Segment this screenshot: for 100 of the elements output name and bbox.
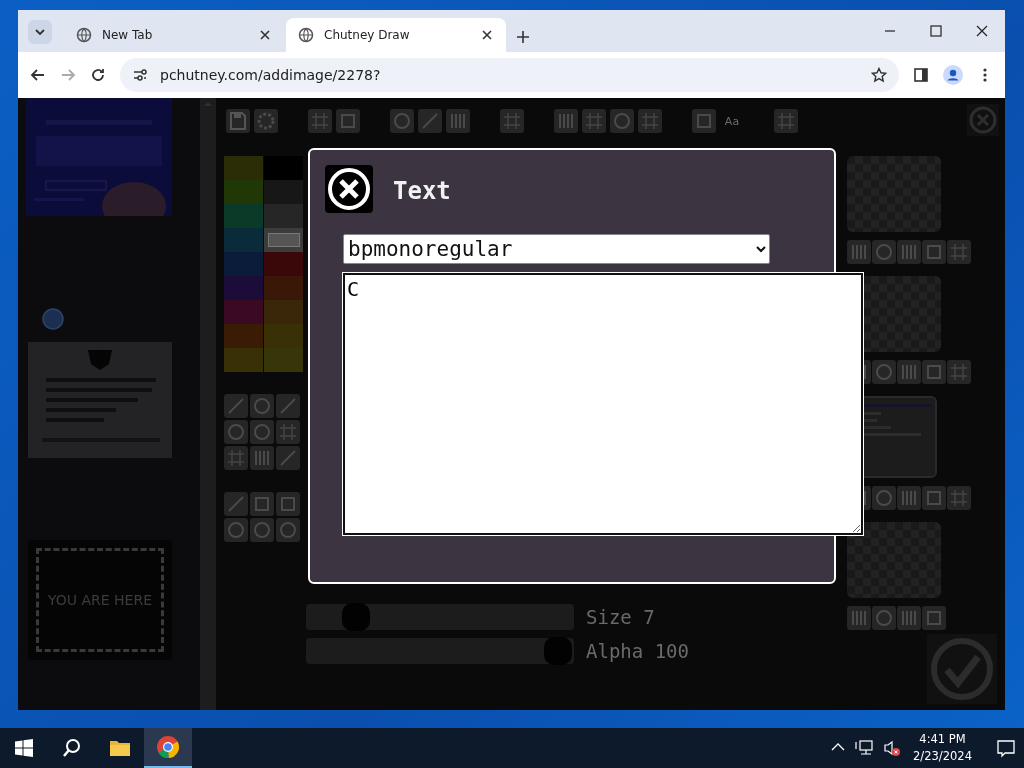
notifications-button[interactable]	[996, 738, 1016, 758]
tool-button[interactable]	[774, 109, 798, 133]
text-input[interactable]: C	[343, 273, 863, 535]
tool-button[interactable]	[224, 492, 248, 516]
tool-button[interactable]	[446, 109, 470, 133]
color-swatch[interactable]	[264, 252, 303, 276]
tool-button[interactable]	[224, 518, 248, 542]
color-swatch[interactable]	[224, 180, 263, 204]
volume-button[interactable]	[883, 739, 902, 757]
tool-button[interactable]	[250, 420, 274, 444]
tool-button[interactable]	[276, 446, 300, 470]
scrollbar[interactable]	[200, 98, 216, 710]
layer-tool-button[interactable]	[922, 486, 946, 510]
tool-button[interactable]	[276, 394, 300, 418]
slider-thumb[interactable]	[544, 637, 572, 665]
layer-tool-button[interactable]	[897, 606, 921, 630]
slider[interactable]	[306, 604, 574, 630]
tool-button[interactable]	[250, 394, 274, 418]
search-icon	[62, 738, 82, 758]
tool-button[interactable]	[224, 446, 248, 470]
layer-thumbnail[interactable]	[847, 522, 941, 598]
layer-tool-button[interactable]	[922, 240, 946, 264]
color-swatch[interactable]	[224, 324, 263, 348]
clock[interactable]: 4:41 PM 2/23/2024	[913, 731, 972, 765]
tool-button[interactable]	[390, 109, 414, 133]
color-swatch[interactable]	[264, 276, 303, 300]
layer-tool-button[interactable]	[847, 606, 871, 630]
color-swatch[interactable]	[264, 156, 303, 180]
tool-button[interactable]	[638, 109, 662, 133]
color-swatch[interactable]	[224, 300, 263, 324]
close-icon	[967, 104, 999, 136]
close-tab-icon[interactable]	[480, 28, 494, 42]
slider-thumb[interactable]	[341, 603, 370, 631]
layer-tool-button[interactable]	[947, 240, 971, 264]
layer-tool-button[interactable]	[847, 240, 871, 264]
browser-tab[interactable]: Chutney Draw	[286, 18, 506, 52]
tool-button[interactable]	[500, 109, 524, 133]
layer-tool-button[interactable]	[872, 606, 896, 630]
tool-button[interactable]	[224, 420, 248, 444]
star-icon	[871, 67, 887, 83]
forward-button[interactable]	[60, 67, 76, 83]
new-tab-button[interactable]	[516, 30, 530, 44]
browser-tab[interactable]: New Tab	[64, 18, 284, 52]
reload-button[interactable]	[90, 67, 106, 83]
tool-button[interactable]	[610, 109, 634, 133]
chrome-button[interactable]	[144, 728, 192, 768]
settings-button[interactable]	[254, 109, 278, 133]
tool-button[interactable]	[250, 446, 274, 470]
layer-tool-button[interactable]	[947, 360, 971, 384]
tool-button[interactable]	[276, 518, 300, 542]
confirm-button[interactable]	[927, 634, 997, 704]
tool-button[interactable]	[418, 109, 442, 133]
layer-tool-button[interactable]	[922, 360, 946, 384]
layer-tool-button[interactable]	[897, 240, 921, 264]
network-button[interactable]	[855, 739, 874, 757]
close-tab-icon[interactable]	[258, 28, 272, 42]
save-button[interactable]	[226, 109, 250, 133]
tab-search-button[interactable]	[28, 20, 52, 44]
side-panel-icon	[913, 67, 929, 83]
color-swatch[interactable]	[264, 228, 303, 252]
back-button[interactable]	[30, 67, 46, 83]
color-swatch[interactable]	[224, 204, 263, 228]
color-swatch[interactable]	[264, 324, 303, 348]
tool-button[interactable]	[692, 109, 716, 133]
tool-button[interactable]	[276, 492, 300, 516]
font-button[interactable]: Aa	[720, 114, 744, 128]
layer-tool-button[interactable]	[872, 360, 896, 384]
color-swatch[interactable]	[224, 252, 263, 276]
color-swatch[interactable]	[224, 276, 263, 300]
side-panel-button[interactable]	[913, 67, 929, 83]
profile-button[interactable]	[943, 65, 963, 85]
tool-button[interactable]	[582, 109, 606, 133]
layer-tool-button[interactable]	[897, 360, 921, 384]
color-swatch[interactable]	[224, 348, 263, 372]
tool-button[interactable]	[308, 109, 332, 133]
tool-button[interactable]	[224, 394, 248, 418]
close-button[interactable]	[325, 165, 373, 213]
layer-tool-button[interactable]	[897, 486, 921, 510]
color-swatch[interactable]	[264, 204, 303, 228]
color-swatch[interactable]	[264, 348, 303, 372]
color-swatch[interactable]	[224, 156, 263, 180]
layer-tool-button[interactable]	[872, 486, 896, 510]
layer-tool-button[interactable]	[922, 606, 946, 630]
tool-button[interactable]	[250, 492, 274, 516]
muted-speaker-icon	[883, 739, 902, 757]
address-bar[interactable]: pchutney.com/addimage/2278?	[120, 58, 899, 92]
color-swatch[interactable]	[264, 180, 303, 204]
tab-title: Chutney Draw	[324, 28, 411, 42]
font-dropdown[interactable]: bpmonoregular	[343, 234, 770, 264]
color-swatch[interactable]	[264, 300, 303, 324]
color-swatch[interactable]	[224, 228, 263, 252]
time-text: 4:41 PM	[919, 731, 966, 748]
layer-tool-button[interactable]	[947, 486, 971, 510]
tool-button[interactable]	[250, 518, 274, 542]
tool-button[interactable]	[554, 109, 578, 133]
layer-thumbnail[interactable]	[847, 156, 941, 232]
tool-button[interactable]	[276, 420, 300, 444]
tool-button[interactable]	[336, 109, 360, 133]
layer-tool-button[interactable]	[872, 240, 896, 264]
slider[interactable]	[306, 638, 574, 664]
